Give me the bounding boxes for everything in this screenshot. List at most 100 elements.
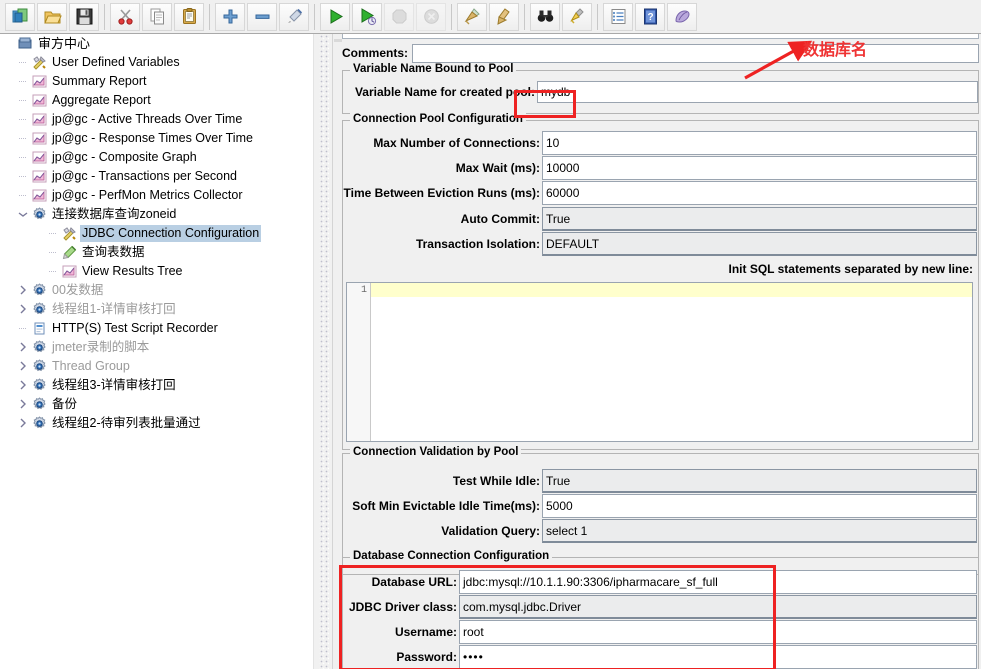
plus-icon: [223, 9, 237, 24]
tree-item-label: jp@gc - Composite Graph: [52, 150, 197, 164]
tree-leaf-connector-icon: [16, 72, 30, 91]
jdbc-driver-class-label: JDBC Driver class:: [348, 600, 457, 614]
tree-expand-handle-icon[interactable]: [16, 338, 30, 357]
shutdown-button[interactable]: [416, 2, 446, 31]
database-url-label: Database URL:: [371, 575, 457, 589]
tree-leaf-connector-icon: [16, 186, 30, 205]
editor-gutter: 1: [347, 283, 371, 441]
tree-item-label: 审方中心: [38, 36, 91, 51]
tree-leaf-connector-icon: [16, 319, 30, 338]
reset-search-button[interactable]: [562, 2, 592, 31]
copy-button[interactable]: [142, 2, 172, 31]
tree-item[interactable]: 审方中心: [0, 34, 313, 53]
clipboard-icon: [182, 8, 196, 24]
paste-button[interactable]: [174, 2, 204, 31]
collapse-all-button[interactable]: [247, 2, 277, 31]
init-sql-editor[interactable]: 1: [346, 282, 973, 442]
tree-item[interactable]: User Defined Variables: [0, 53, 313, 72]
pink-chart-icon: [30, 168, 48, 186]
start-no-pauses-button[interactable]: [352, 2, 382, 31]
eviction-runs-input[interactable]: 60000: [542, 181, 977, 205]
new-document-icon: [12, 8, 27, 23]
auto-commit-select[interactable]: True: [542, 207, 977, 231]
editor-text-area[interactable]: [371, 283, 972, 441]
new-test-plan-button[interactable]: [5, 2, 35, 31]
stop-button[interactable]: [384, 2, 414, 31]
tree-item[interactable]: 备份: [0, 395, 313, 414]
toolbar-separator: [314, 3, 315, 30]
tree-item[interactable]: 查询表数据: [0, 243, 313, 262]
soft-min-evictable-input[interactable]: 5000: [542, 494, 977, 518]
test-while-idle-select[interactable]: True: [542, 469, 977, 493]
toolbar-separator: [451, 3, 452, 30]
tree-item[interactable]: JDBC Connection Configuration: [0, 224, 313, 243]
validation-query-select[interactable]: select 1: [542, 519, 977, 543]
tree-item-label: HTTP(S) Test Script Recorder: [52, 321, 218, 335]
comments-input[interactable]: [412, 43, 979, 63]
tree-item-label: User Defined Variables: [52, 55, 180, 69]
max-wait-row: Max Wait (ms): 10000: [344, 156, 977, 180]
clear-all-button[interactable]: [489, 2, 519, 31]
panel-splitter[interactable]: [313, 34, 333, 669]
tree-item-label: jmeter录制的脚本: [52, 340, 150, 354]
start-button[interactable]: [320, 2, 350, 31]
tree-item[interactable]: 线程组2-待审列表批量通过: [0, 414, 313, 433]
pink-chart-icon: [30, 187, 48, 205]
tree-item-label: 线程组2-待审列表批量通过: [52, 416, 201, 430]
jdbc-driver-class-select[interactable]: com.mysql.jdbc.Driver: [459, 595, 977, 619]
minus-icon: [255, 14, 269, 19]
tree-item[interactable]: jp@gc - Composite Graph: [0, 148, 313, 167]
tree-expand-handle-icon[interactable]: [16, 300, 30, 319]
tree-item[interactable]: View Results Tree: [0, 262, 313, 281]
tree-item[interactable]: 线程组3-详情审核打回: [0, 376, 313, 395]
tree-item[interactable]: 线程组1-详情审核打回: [0, 300, 313, 319]
jdbc-driver-class-row: JDBC Driver class: com.mysql.jdbc.Driver: [344, 595, 977, 619]
binoculars-icon: [537, 10, 553, 22]
tree-collapse-handle-icon[interactable]: [16, 205, 30, 224]
tree-item[interactable]: Summary Report: [0, 72, 313, 91]
database-url-input[interactable]: jdbc:mysql://10.1.1.90:3306/ipharmacare_…: [459, 570, 977, 594]
tree-item[interactable]: HTTP(S) Test Script Recorder: [0, 319, 313, 338]
test-plan-tree[interactable]: 审方中心 User Defined Variables Summary Report…: [0, 34, 313, 669]
thread-group-gear-icon: [30, 339, 48, 357]
tree-expand-handle-icon[interactable]: [16, 395, 30, 414]
tree-item[interactable]: jp@gc - Active Threads Over Time: [0, 110, 313, 129]
tree-item-label: jp@gc - Response Times Over Time: [52, 131, 253, 145]
max-wait-label: Max Wait (ms):: [455, 161, 540, 175]
stop-octagon-icon: [392, 9, 406, 24]
name-field-clipped[interactable]: [342, 34, 979, 39]
password-input[interactable]: ••••: [459, 645, 977, 669]
search-button[interactable]: [530, 2, 560, 31]
variable-name-group: Variable Name Bound to Pool Variable Nam…: [342, 63, 979, 114]
tree-item-label: Thread Group: [52, 359, 130, 373]
tree-expand-handle-icon[interactable]: [16, 414, 30, 433]
tree-item[interactable]: Aggregate Report: [0, 91, 313, 110]
tree-item[interactable]: Thread Group: [0, 357, 313, 376]
variable-name-input[interactable]: mydb: [537, 81, 978, 103]
toggle-button[interactable]: [279, 2, 309, 31]
clear-button[interactable]: [457, 2, 487, 31]
max-connections-input[interactable]: 10: [542, 131, 977, 155]
open-button[interactable]: [37, 2, 67, 31]
templates-button[interactable]: [667, 2, 697, 31]
max-wait-input[interactable]: 10000: [542, 156, 977, 180]
function-helper-button[interactable]: [603, 2, 633, 31]
toolbar-separator: [209, 3, 210, 30]
save-button[interactable]: [69, 2, 99, 31]
tree-item[interactable]: 00发数据: [0, 281, 313, 300]
help-button[interactable]: ?: [635, 2, 665, 31]
tree-item[interactable]: jmeter录制的脚本: [0, 338, 313, 357]
tree-item[interactable]: jp@gc - PerfMon Metrics Collector: [0, 186, 313, 205]
tree-expand-handle-icon[interactable]: [16, 376, 30, 395]
tree-item[interactable]: 连接数据库查询zoneid: [0, 205, 313, 224]
username-input[interactable]: root: [459, 620, 977, 644]
cut-button[interactable]: [110, 2, 140, 31]
tree-expand-handle-icon[interactable]: [16, 281, 30, 300]
tree-item[interactable]: jp@gc - Transactions per Second: [0, 167, 313, 186]
expand-all-button[interactable]: [215, 2, 245, 31]
transaction-isolation-select[interactable]: DEFAULT: [542, 232, 977, 256]
tree-expand-handle-icon[interactable]: [16, 357, 30, 376]
toolbar-separator: [104, 3, 105, 30]
tree-item[interactable]: jp@gc - Response Times Over Time: [0, 129, 313, 148]
connection-pool-group-title: Connection Pool Configuration: [350, 113, 526, 125]
